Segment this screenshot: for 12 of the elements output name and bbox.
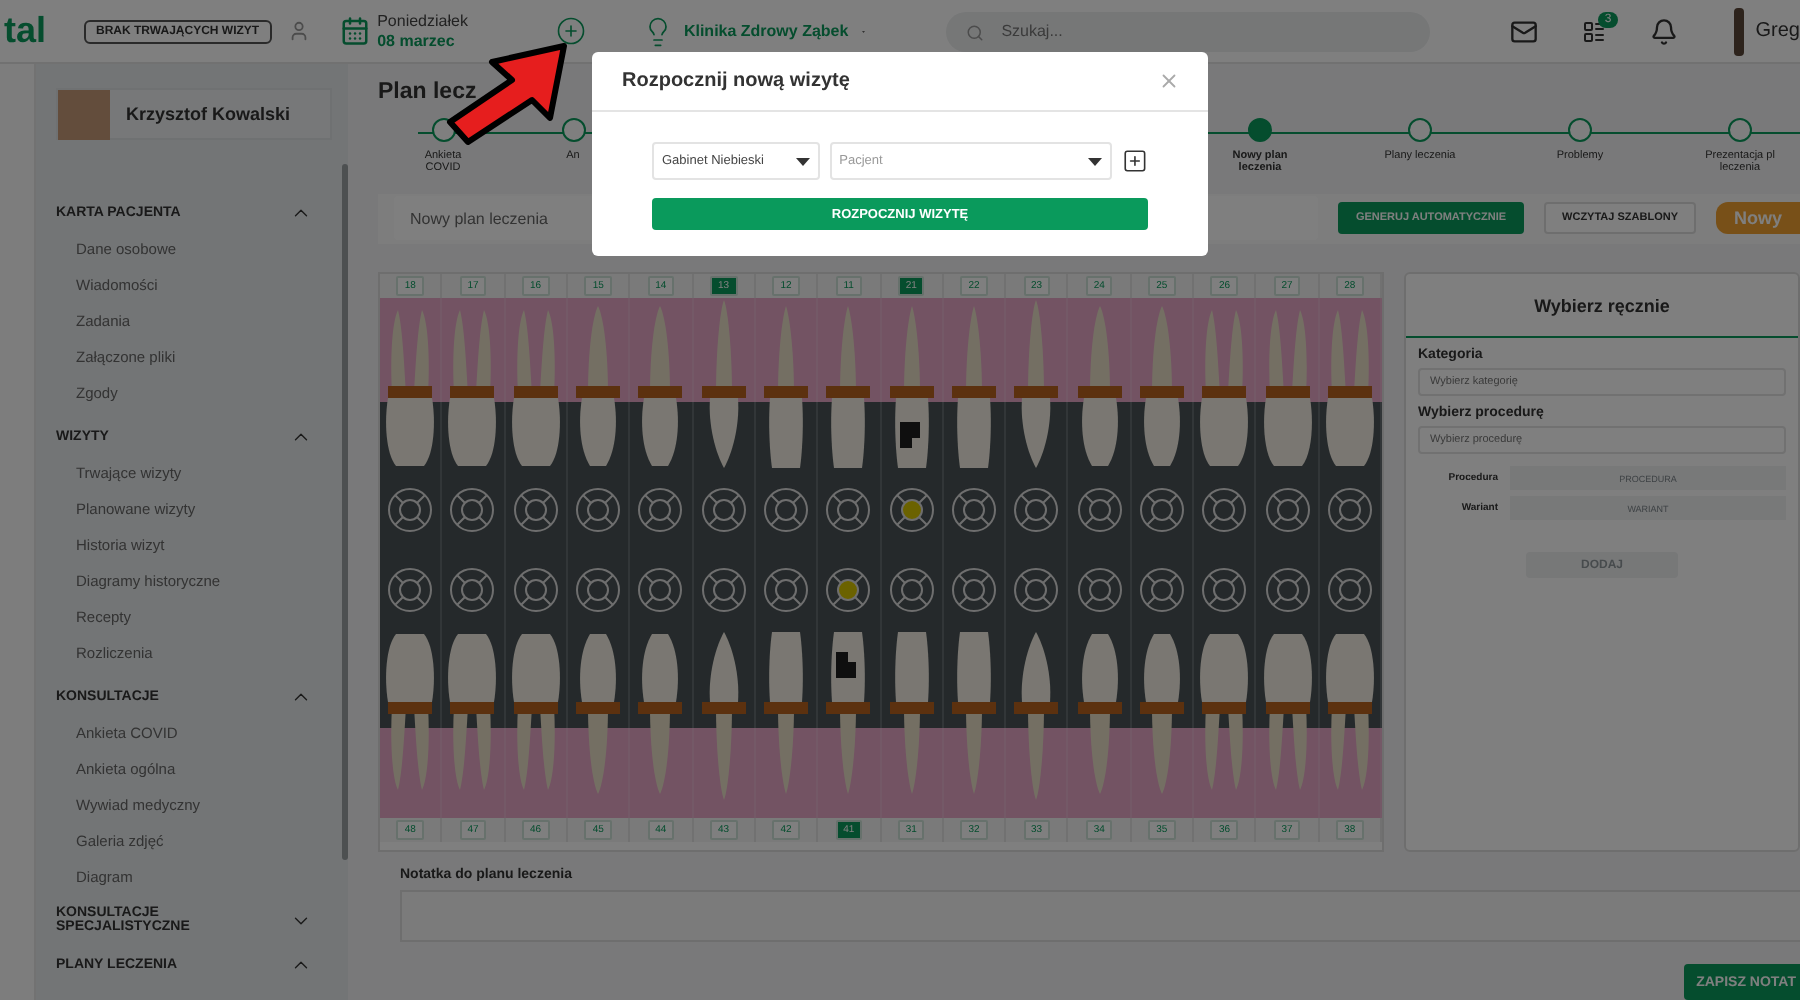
patient-name: Krzysztof Kowalski [126, 104, 291, 124]
page-title: Plan lecz [378, 80, 477, 108]
panel-title: Wybierz ręcznie [1406, 274, 1798, 338]
user-name[interactable]: Greg [1755, 20, 1800, 42]
weekday-text: Poniedziałek [377, 11, 468, 31]
modal-title: Rozpocznij nową wizytę [622, 70, 850, 92]
clinic-selector[interactable]: Klinika Zdrowy Ząbek [683, 22, 849, 40]
patient-card[interactable]: Krzysztof Kowalski [56, 88, 332, 140]
toolbar-button[interactable]: Nowy [1715, 202, 1800, 235]
date-text: 08 marzec [377, 31, 457, 51]
search-field[interactable]: Szukaj... [945, 11, 1430, 51]
app-logo[interactable]: tal [4, 10, 47, 52]
